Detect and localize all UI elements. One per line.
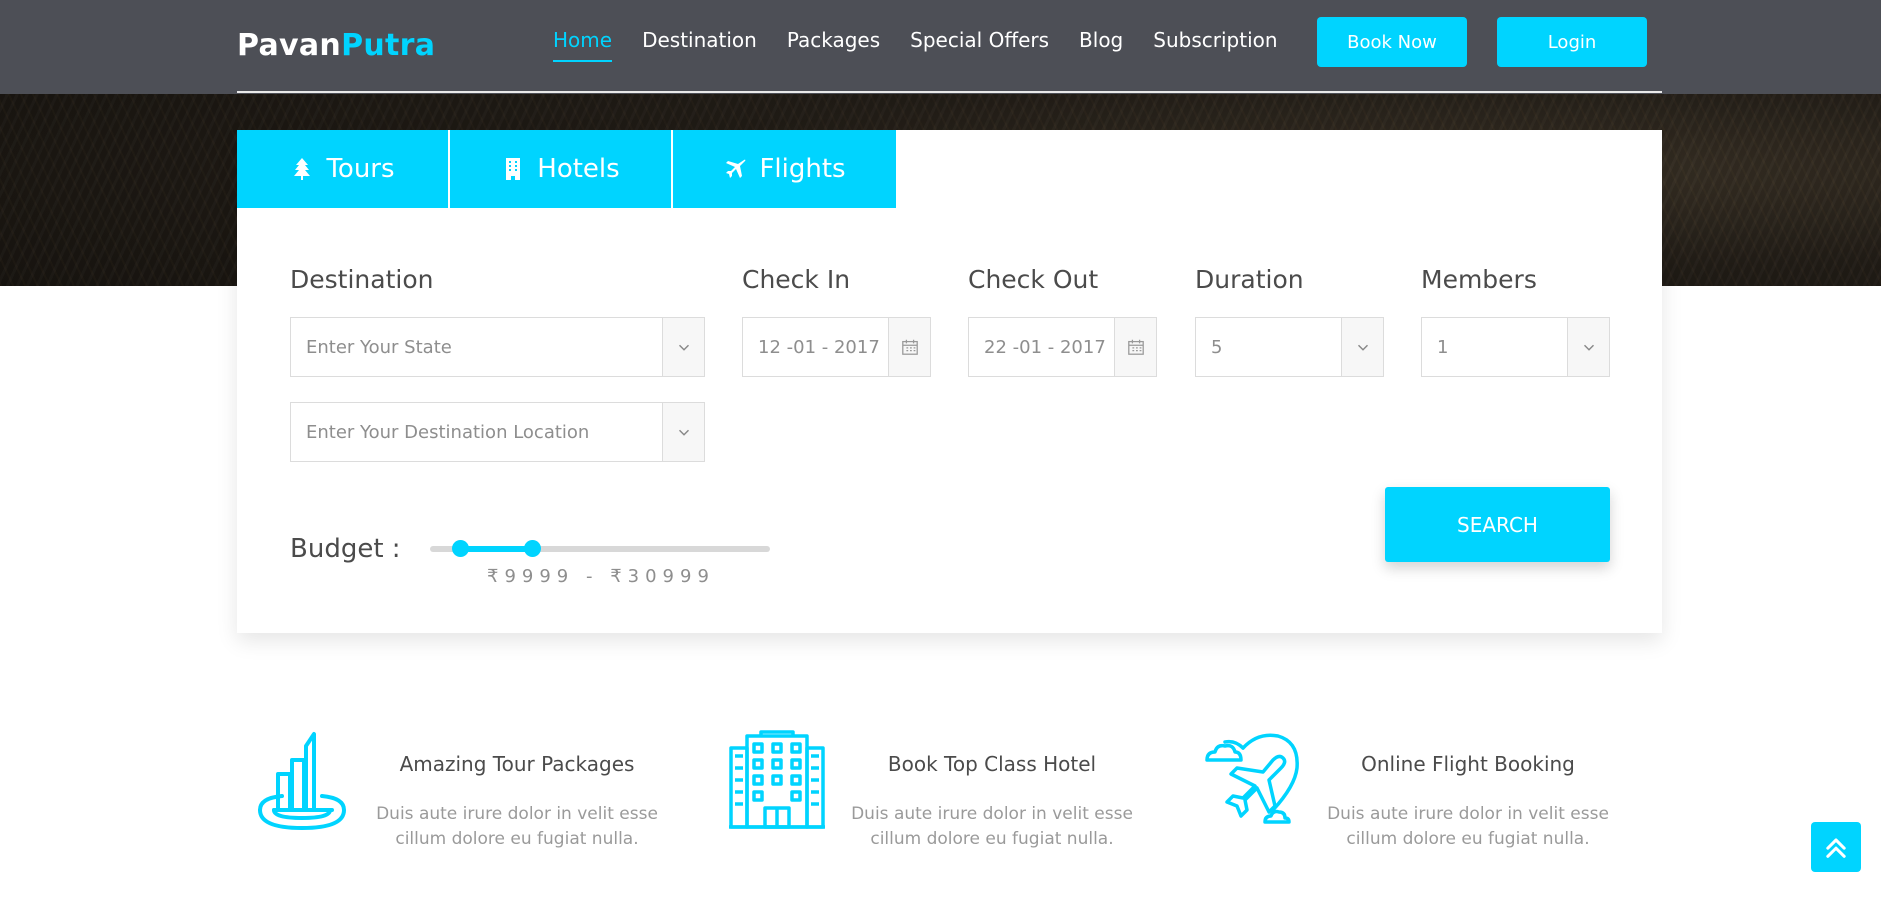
flight-booking-icon [1205,733,1299,824]
feature-title: Online Flight Booking [1361,752,1575,776]
nav-item-special-offers[interactable]: Special Offers [910,28,1049,60]
chevron-down-icon[interactable] [1567,318,1609,376]
members-label: Members [1421,265,1537,294]
tree-icon [294,158,311,180]
duration-label: Duration [1195,265,1304,294]
feature-description-line2: cillum dolore eu fugiat nulla. [395,829,639,849]
nav-item-home[interactable]: Home [553,28,613,62]
feature-description-line2: cillum dolore eu fugiat nulla. [870,829,1114,849]
chevron-down-icon[interactable] [662,318,704,376]
feature-description-line2: cillum dolore eu fugiat nulla. [1346,829,1590,849]
chevron-down-icon[interactable] [1341,318,1383,376]
state-select[interactable]: Enter Your State [290,317,705,377]
check-in-field[interactable]: 12 -01 - 2017 [742,317,931,377]
feature-hotel: Book Top Class Hotel Duis aute irure dol… [727,730,1147,860]
check-out-field[interactable]: 22 -01 - 2017 [968,317,1157,377]
tab-tours-label: Tours [326,154,395,184]
budget-max-handle[interactable] [523,540,541,557]
budget-slider-range [460,546,532,552]
tab-hotels-label: Hotels [537,154,620,184]
header-divider [237,91,1662,93]
nav-item-destination[interactable]: Destination [642,28,757,60]
check-out-label: Check Out [968,265,1099,294]
budget-min-handle[interactable] [452,540,470,557]
chevron-down-icon[interactable] [662,403,704,461]
search-panel: Tours Hotels Flights Destination Enter Y… [237,130,1662,633]
members-value: 1 [1437,336,1449,358]
feature-description: Duis aute irure dolor in velit esse cill… [1313,802,1623,852]
nav-item-packages[interactable]: Packages [787,28,880,60]
tab-flights-label: Flights [759,154,846,184]
feature-description-line1: Duis aute irure dolor in velit esse [851,804,1133,824]
search-tabs: Tours Hotels Flights [237,130,896,208]
feature-flight-booking: Online Flight Booking Duis aute irure do… [1203,730,1623,860]
members-select[interactable]: 1 [1421,317,1610,377]
feature-description-line1: Duis aute irure dolor in velit esse [1327,804,1609,824]
feature-tour-packages: Amazing Tour Packages Duis aute irure do… [252,730,672,860]
nav-item-subscription[interactable]: Subscription [1153,28,1277,60]
main-nav: Home Destination Packages Special Offers… [553,28,1278,62]
tab-tours[interactable]: Tours [237,130,450,208]
budget-range-value: ₹9999 - ₹30999 [487,566,715,587]
duration-value: 5 [1211,336,1223,358]
check-out-value: 22 -01 - 2017 [984,336,1106,358]
calendar-icon[interactable] [1114,318,1156,376]
tab-hotels[interactable]: Hotels [450,130,673,208]
brand-logo[interactable]: PavanPutra [237,28,435,63]
building-icon [506,158,521,180]
plane-icon [726,159,746,178]
budget-label: Budget : [290,534,401,564]
nav-item-blog[interactable]: Blog [1079,28,1123,60]
double-chevron-up-icon [1826,838,1846,858]
feature-description: Duis aute irure dolor in velit esse cill… [837,802,1147,852]
feature-title: Amazing Tour Packages [399,752,635,776]
brand-name-part1: Pavan [237,28,342,63]
feature-title: Book Top Class Hotel [887,752,1097,776]
tab-flights[interactable]: Flights [673,130,896,208]
hotel-building-icon [729,730,825,829]
feature-description: Duis aute irure dolor in velit esse cill… [362,802,672,852]
brand-name-part2: Putra [341,28,436,63]
search-button[interactable]: SEARCH [1385,487,1610,562]
check-in-value: 12 -01 - 2017 [758,336,880,358]
site-header: PavanPutra Home Destination Packages Spe… [0,0,1881,94]
check-in-label: Check In [742,265,851,294]
duration-select[interactable]: 5 [1195,317,1384,377]
destination-location-select[interactable]: Enter Your Destination Location [290,402,705,462]
tour-package-icon [258,732,346,830]
location-placeholder: Enter Your Destination Location [306,421,590,443]
feature-description-line1: Duis aute irure dolor in velit esse [376,804,658,824]
login-button[interactable]: Login [1497,17,1647,67]
calendar-icon[interactable] [888,318,930,376]
budget-slider[interactable] [430,540,770,557]
destination-label: Destination [290,265,434,294]
state-placeholder: Enter Your State [306,336,452,358]
scroll-to-top-button[interactable] [1811,822,1861,872]
book-now-button[interactable]: Book Now [1317,17,1467,67]
